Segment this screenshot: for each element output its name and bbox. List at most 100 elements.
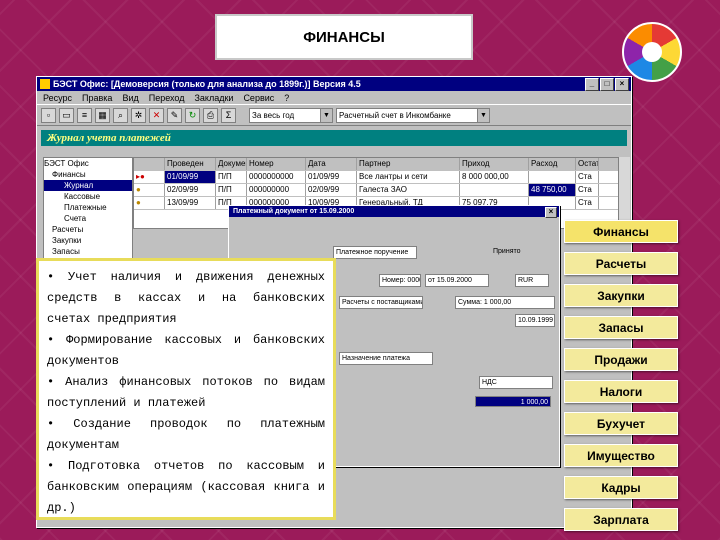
module-finance-button[interactable]: Финансы xyxy=(564,220,678,243)
menu-bar: Ресурс Правка Вид Переход Закладки Серви… xyxy=(37,91,631,104)
menu-item-resource[interactable]: Ресурс xyxy=(43,93,72,103)
grid-icon[interactable]: ▦ xyxy=(95,107,110,123)
module-hr-button[interactable]: Кадры xyxy=(564,476,678,499)
dialog-close-button[interactable]: × xyxy=(545,207,557,218)
table-cell: Галеста ЗАО xyxy=(357,184,460,196)
module-settlements-button[interactable]: Расчеты xyxy=(564,252,678,275)
number-field[interactable]: Номер: 0000 xyxy=(379,274,421,287)
chevron-down-icon: ▼ xyxy=(320,108,332,122)
toolbar: ▫ ▭ ≡ ▦ ⌕ ✲ ✕ ✎ ↻ ⎙ Σ За весь год ▼ Расч… xyxy=(37,104,631,126)
table-header[interactable]: Дата xyxy=(306,158,357,170)
date-field[interactable]: от 15.09.2000 xyxy=(425,274,489,287)
table-cell: 48 750,00 xyxy=(529,184,576,196)
tree-item[interactable]: Счета xyxy=(44,213,132,224)
amount-field[interactable]: Сумма: 1 000,00 xyxy=(455,296,555,309)
refresh-icon[interactable]: ↻ xyxy=(185,107,200,123)
dialog-title: Платежный документ от 15.09.2000 xyxy=(233,208,355,215)
module-stock-button[interactable]: Запасы xyxy=(564,316,678,339)
print-icon[interactable]: ⎙ xyxy=(203,107,218,123)
journal-title: Журнал учета платежей xyxy=(41,130,627,146)
table-cell: Все лантры и сети xyxy=(357,171,460,183)
description-box: • Учет наличия и движения денежных средс… xyxy=(36,258,336,520)
bullet-item: • Анализ финансовых потоков по видам пос… xyxy=(47,375,325,410)
table-header[interactable]: Приход xyxy=(460,158,529,170)
minimize-button[interactable]: _ xyxy=(585,78,599,91)
tree-item[interactable]: Кассовые xyxy=(44,191,132,202)
menu-item-service[interactable]: Сервис xyxy=(243,93,274,103)
tree-item[interactable]: Финансы xyxy=(44,169,132,180)
accepted-label: Принято xyxy=(491,246,553,257)
account-select[interactable]: Расчетный счет в Инкомбанке ▼ xyxy=(336,107,490,123)
sum-icon[interactable]: Σ xyxy=(221,107,236,123)
table-cell: П/П xyxy=(216,184,247,196)
close-button[interactable]: × xyxy=(615,78,629,91)
bullet-item: • Формирование кассовых и банковских док… xyxy=(47,333,325,368)
menu-item-view[interactable]: Вид xyxy=(122,93,138,103)
menu-item-bookmarks[interactable]: Закладки xyxy=(194,93,233,103)
window-title: БЭСТ Офис: [Демоверсия (только для анали… xyxy=(53,79,361,89)
period-select[interactable]: За весь год ▼ xyxy=(249,107,333,123)
currency-field[interactable]: RUR xyxy=(515,274,549,287)
period-select-value: За весь год xyxy=(252,110,295,120)
module-accounting-button[interactable]: Бухучет xyxy=(564,412,678,435)
table-cell: Ста xyxy=(576,171,599,183)
table-header-icons xyxy=(134,158,165,170)
table-cell xyxy=(460,184,529,196)
table-cell: 02/09/99 xyxy=(306,184,357,196)
table-cell: 8 000 000,00 xyxy=(460,171,529,183)
doc-date-field[interactable]: 10.09.1999 xyxy=(515,314,555,327)
table-cell: 01/09/99 xyxy=(165,171,216,183)
tree-item[interactable]: Запасы xyxy=(44,246,132,257)
window-titlebar: БЭСТ Офис: [Демоверсия (только для анали… xyxy=(37,77,631,91)
table-header[interactable]: Документ xyxy=(216,158,247,170)
module-purchases-button[interactable]: Закупки xyxy=(564,284,678,307)
tools-icon[interactable]: ✲ xyxy=(131,107,146,123)
delete-icon[interactable]: ✕ xyxy=(149,107,164,123)
tree-item[interactable]: Платежные xyxy=(44,202,132,213)
table-header[interactable]: Номер xyxy=(247,158,306,170)
tree-item[interactable]: Закупки xyxy=(44,235,132,246)
bullet-item: • Подготовка отчетов по кассовым и банко… xyxy=(47,459,325,515)
tree-item[interactable]: Расчеты xyxy=(44,224,132,235)
menu-item-help[interactable]: ? xyxy=(284,93,289,103)
table-header[interactable]: Проведен xyxy=(165,158,216,170)
purpose-field[interactable]: Назначение платежа xyxy=(339,352,433,365)
table-header-row: Проведен Документ Номер Дата Партнер При… xyxy=(134,158,629,171)
tree-item[interactable]: БЭСТ Офис xyxy=(44,158,132,169)
table-header[interactable]: Остаток xyxy=(576,158,599,170)
total-field[interactable]: 1 000,00 xyxy=(475,396,551,407)
list-icon[interactable]: ≡ xyxy=(77,107,92,123)
menu-item-edit[interactable]: Правка xyxy=(82,93,112,103)
tree-item-selected[interactable]: Журнал xyxy=(44,180,132,191)
doc-type-field[interactable]: Платежное поручение xyxy=(333,246,417,259)
table-cell: Ста xyxy=(576,184,599,196)
table-header[interactable]: Партнер xyxy=(357,158,460,170)
table-row[interactable]: ● 02/09/99 П/П 000000000 02/09/99 Галест… xyxy=(134,184,629,197)
table-row[interactable]: ▸● 01/09/99 П/П 0000000000 01/09/99 Все … xyxy=(134,171,629,184)
table-scrollbar[interactable] xyxy=(618,157,630,227)
new-icon[interactable]: ▫ xyxy=(41,107,56,123)
maximize-button[interactable]: □ xyxy=(600,78,614,91)
module-assets-button[interactable]: Имущество xyxy=(564,444,678,467)
table-cell: 01/09/99 xyxy=(306,171,357,183)
app-icon xyxy=(40,79,50,89)
vat-field[interactable]: НДС xyxy=(479,376,553,389)
row-status-icon: ● xyxy=(134,184,165,196)
module-payroll-button[interactable]: Зарплата xyxy=(564,508,678,531)
table-cell xyxy=(529,171,576,183)
account-field[interactable]: Расчеты с поставщиками xyxy=(339,296,423,309)
find-icon[interactable]: ⌕ xyxy=(113,107,128,123)
table-header[interactable]: Расход xyxy=(529,158,576,170)
bullet-item: • Учет наличия и движения денежных средс… xyxy=(47,270,325,326)
table-cell: 000000000 xyxy=(247,184,306,196)
table-cell: 13/09/99 xyxy=(165,197,216,209)
module-sales-button[interactable]: Продажи xyxy=(564,348,678,371)
modules-menu: Финансы Расчеты Закупки Запасы Продажи Н… xyxy=(564,220,678,540)
edit-icon[interactable]: ✎ xyxy=(167,107,182,123)
row-status-icon: ● xyxy=(134,197,165,209)
menu-item-goto[interactable]: Переход xyxy=(149,93,185,103)
open-icon[interactable]: ▭ xyxy=(59,107,74,123)
slide-title: ФИНАНСЫ xyxy=(215,14,473,60)
dialog-titlebar: Платежный документ от 15.09.2000 × xyxy=(229,206,559,218)
module-taxes-button[interactable]: Налоги xyxy=(564,380,678,403)
